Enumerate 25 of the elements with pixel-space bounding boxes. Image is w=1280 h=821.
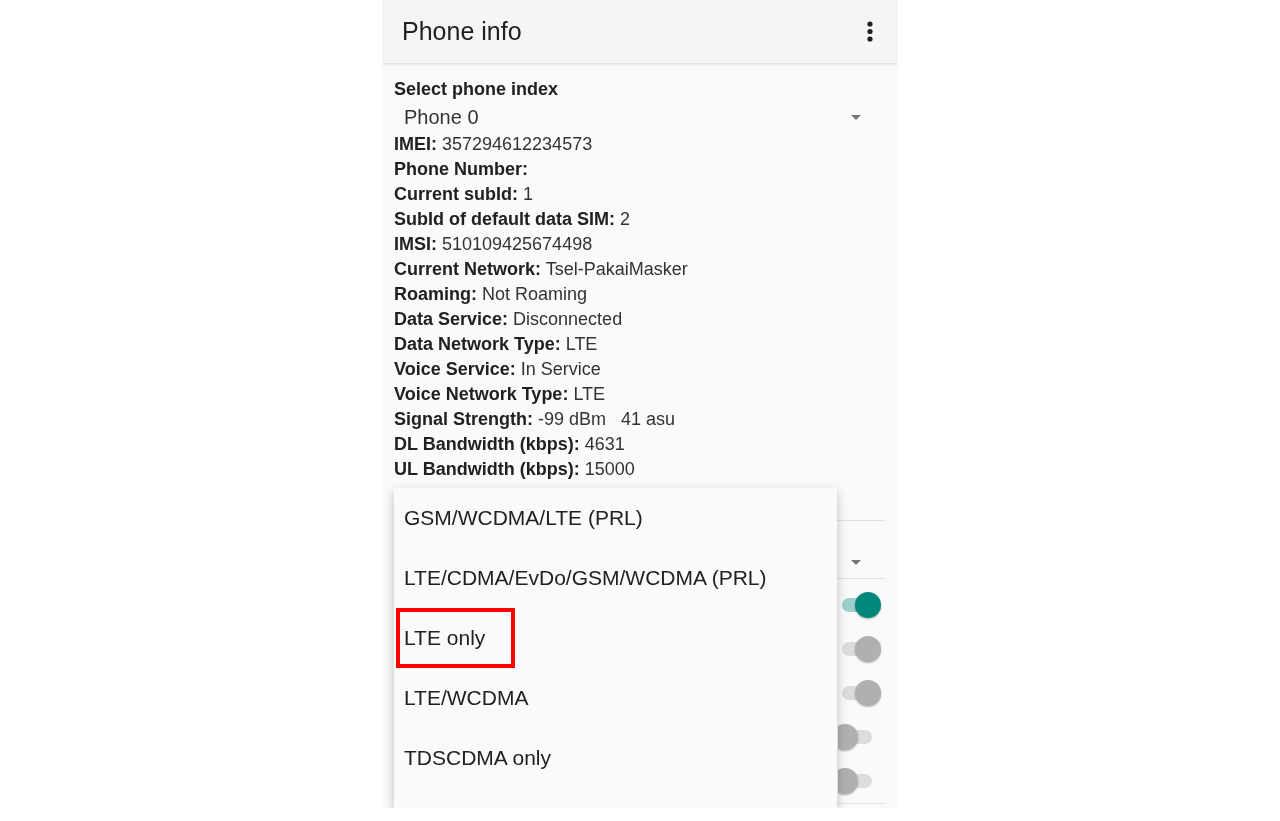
- info-row-text: Voice Service: In Service: [394, 358, 601, 381]
- info-row-text: Data Network Type: LTE: [394, 333, 598, 356]
- menu-option[interactable]: TDSCDMA only: [396, 728, 560, 788]
- info-row-text: Signal Strength: -99 dBm 41 asu: [394, 408, 676, 431]
- info-row-text: Roaming: Not Roaming: [394, 283, 588, 306]
- menu-option[interactable]: GSM/WCDMA/LTE (PRL): [396, 488, 651, 548]
- info-row-text: Data Service: Disconnected: [394, 308, 623, 331]
- info-row-text: Phone Number:: [394, 158, 528, 181]
- menu-option[interactable]: LTE/WCDMA: [396, 668, 537, 728]
- info-row-text: IMSI: 510109425674498: [394, 233, 593, 256]
- caret-down-icon: [851, 560, 861, 565]
- info-row-text: Current Network: Tsel-PakaiMasker: [394, 258, 688, 281]
- info-row-text: UL Bandwidth (kbps): 15000: [394, 458, 635, 481]
- app-bar-title: Phone info: [402, 19, 522, 44]
- info-row-text: IMEI: 357294612234573: [394, 133, 593, 156]
- more-options-icon[interactable]: [867, 21, 873, 42]
- info-row-text: DL Bandwidth (kbps): 4631: [394, 433, 625, 456]
- caret-down-icon: [851, 114, 861, 120]
- field-label: Select phone index: [394, 78, 559, 101]
- info-row-text: SubId of default data SIM: 2: [394, 208, 630, 231]
- menu-option[interactable]: LTE only: [396, 608, 516, 668]
- info-row-text: Voice Network Type: LTE: [394, 383, 606, 406]
- menu-option[interactable]: LTE/CDMA/EvDo/GSM/WCDMA (PRL): [396, 548, 775, 608]
- info-row-text: Current subId: 1: [394, 183, 533, 206]
- phone-index-dropdown[interactable]: Phone 0: [394, 102, 875, 132]
